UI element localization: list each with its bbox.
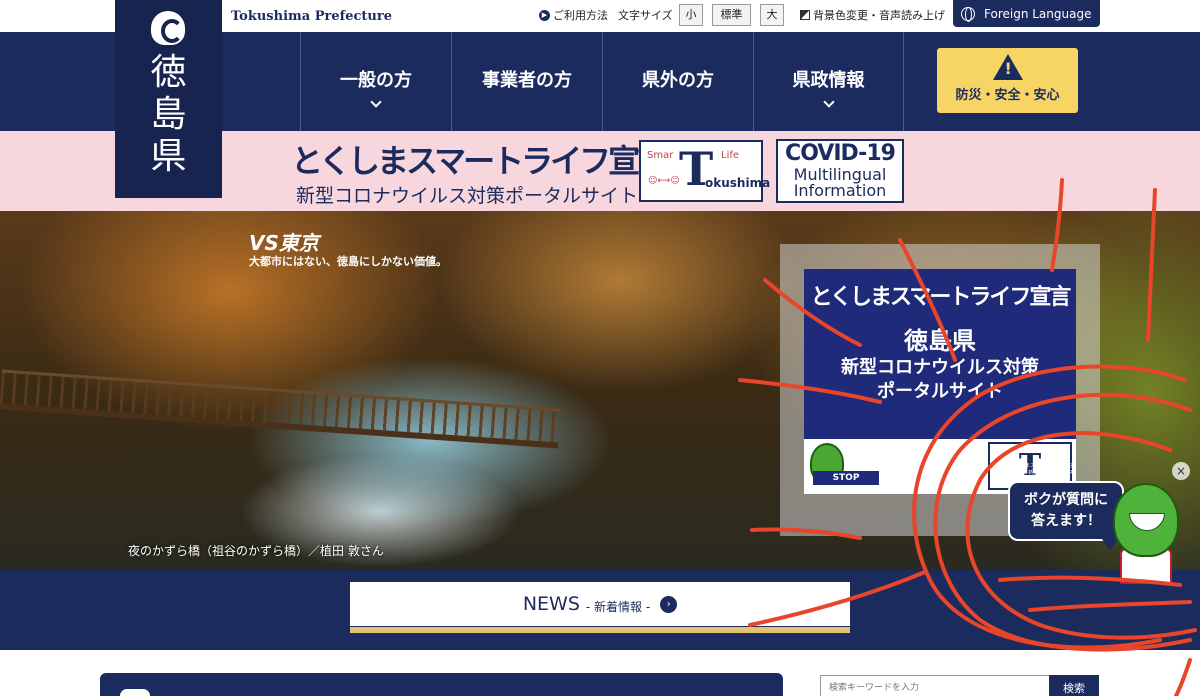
- smart-life-logo[interactable]: Smar T Life ☺⟷☺ okushima: [639, 140, 770, 202]
- panel-tab: [120, 689, 150, 696]
- chatbot-mascot-icon[interactable]: [1113, 483, 1179, 557]
- banner-subtitle: 新型コロナウイルス対策ポータルサイト: [296, 185, 639, 207]
- usage-link[interactable]: ▶ ご利用方法: [539, 7, 608, 23]
- contrast-icon: [800, 10, 810, 20]
- search-input[interactable]: [820, 675, 1050, 696]
- hero-title: VS東京: [249, 231, 319, 255]
- portal-card[interactable]: とくしまスマートライフ宣言 徳島県 新型コロナウイルス対策 ポータルサイト T: [804, 269, 1076, 494]
- globe-icon: [961, 6, 975, 22]
- chatbot-bubble[interactable]: ボクが質問に 答えます！: [1008, 481, 1124, 551]
- vine-bridge-image: [0, 369, 561, 449]
- font-size-standard-button[interactable]: 標準: [712, 4, 751, 26]
- foreign-language-button[interactable]: Foreign Language: [953, 0, 1100, 27]
- warning-icon: [992, 54, 1023, 80]
- covid-multilingual-link[interactable]: COVID-19 Multilingual Information: [776, 139, 904, 203]
- prefecture-emblem-icon: [151, 11, 185, 45]
- news-underline: [350, 627, 850, 633]
- news-button[interactable]: NEWS - 新着情報 - ›: [350, 582, 850, 626]
- mascot-face: [1129, 513, 1165, 531]
- hero-subtitle: 大都市にはない、徳島にしかない価値。: [249, 255, 447, 268]
- arrow-circle-icon: ▶: [539, 9, 550, 21]
- accessibility-link[interactable]: 背景色変更・音声読み上げ: [800, 7, 945, 23]
- font-size-small-button[interactable]: 小: [679, 4, 703, 26]
- prefecture-logo[interactable]: 徳 島 県: [115, 0, 222, 198]
- font-size-large-button[interactable]: 大: [760, 4, 784, 26]
- font-size-label: 文字サイズ: [618, 9, 673, 22]
- nav-item-outside[interactable]: 県外の方: [602, 32, 753, 131]
- accessibility-label: 背景色変更・音声読み上げ: [813, 9, 945, 22]
- arrow-right-icon: ›: [660, 595, 678, 613]
- close-icon[interactable]: ×: [1172, 462, 1190, 480]
- usage-label: ご利用方法: [553, 9, 608, 22]
- slideshow-stop-button[interactable]: STOP: [813, 471, 879, 485]
- chevron-down-icon: [822, 96, 835, 108]
- brand-english: Tokushima Prefecture: [231, 9, 392, 24]
- nav-item-government[interactable]: 県政情報: [753, 32, 904, 131]
- disaster-safety-button[interactable]: 防災・安全・安心: [937, 48, 1078, 113]
- search-button[interactable]: 検索: [1049, 675, 1099, 696]
- main-nav: 一般の方 事業者の方 県外の方 県政情報: [300, 32, 904, 131]
- chevron-down-icon: [370, 96, 382, 108]
- banner-title: とくしまスマートライフ宣言: [291, 142, 669, 180]
- foreign-language-label: Foreign Language: [984, 6, 1092, 21]
- content-panel: [100, 673, 783, 696]
- photo-caption: 夜のかずら橋（祖谷のかずら橋）／植田 敦さん: [128, 544, 384, 558]
- logo-text: 徳 島 県: [150, 52, 187, 177]
- nav-item-business[interactable]: 事業者の方: [451, 32, 602, 131]
- nav-item-general[interactable]: 一般の方: [300, 32, 451, 131]
